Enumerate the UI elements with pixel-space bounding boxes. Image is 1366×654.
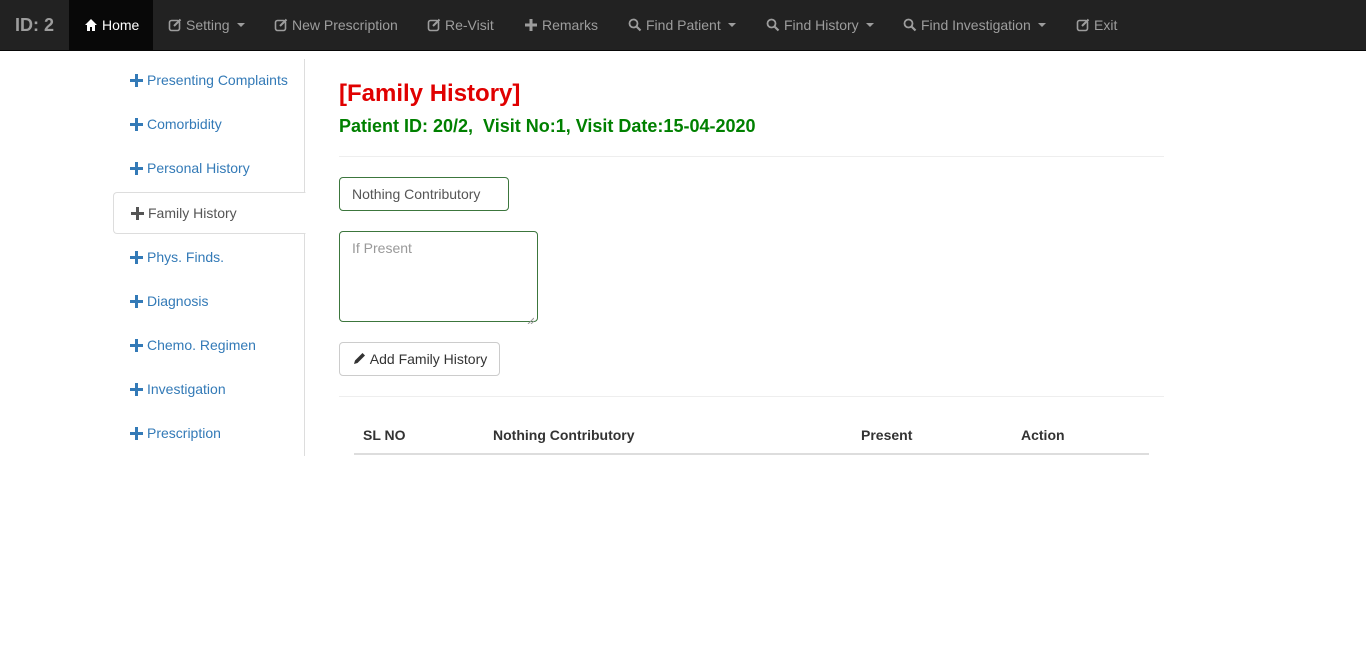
sidebar-item-diagnosis[interactable]: Diagnosis [113, 280, 305, 322]
nav-setting[interactable]: Setting [153, 0, 260, 50]
plus-icon [129, 73, 143, 87]
nav-remarks[interactable]: Remarks [509, 0, 613, 50]
sidebar-item-comorbidity[interactable]: Comorbidity [113, 103, 305, 145]
sidebar-item-family-history[interactable]: Family History [113, 192, 306, 234]
sidebar-item-label: Personal History [147, 160, 250, 176]
sidebar-item-phys-finds[interactable]: Phys. Finds. [113, 236, 305, 278]
plus-icon [129, 338, 143, 352]
add-family-history-label: Add Family History [369, 351, 488, 367]
caret-down-icon [1037, 23, 1046, 27]
sidebar-item-label: Investigation [147, 381, 226, 397]
sidebar-item-label: Comorbidity [147, 116, 222, 132]
plus-icon [129, 161, 143, 175]
column-header-sl-no: SL NO [363, 427, 406, 443]
history-table-header: SL NO Nothing Contributory Present Actio… [354, 418, 1149, 455]
sidebar-item-presenting-complaints[interactable]: Presenting Complaints [113, 59, 305, 101]
nav-exit-label: Exit [1094, 17, 1118, 33]
plus-icon [130, 206, 144, 220]
plus-icon [129, 426, 143, 440]
column-header-present: Present [861, 427, 913, 443]
brand-id[interactable]: ID: 2 [0, 0, 69, 50]
caret-down-icon [865, 23, 874, 27]
edit-icon [1076, 18, 1090, 32]
sidebar-item-investigation[interactable]: Investigation [113, 368, 305, 410]
sidebar-item-label: Presenting Complaints [147, 72, 288, 88]
patient-info: Patient ID: 20/2, Visit No:1, Visit Date… [339, 116, 756, 136]
nav-exit[interactable]: Exit [1061, 0, 1132, 50]
nav-new-prescription-label: New Prescription [292, 17, 398, 33]
nav-find-history-label: Find History [784, 17, 859, 33]
edit-icon [274, 18, 288, 32]
home-icon [84, 18, 98, 32]
divider [339, 396, 1164, 397]
resize-grip-icon[interactable] [527, 311, 535, 325]
edit-icon [168, 18, 182, 32]
sidebar-item-chemo-regimen[interactable]: Chemo. Regimen [113, 324, 305, 366]
plus-icon [129, 382, 143, 396]
sidebar-item-prescription[interactable]: Prescription [113, 412, 305, 454]
plus-icon [524, 18, 538, 32]
nav-revisit-label: Re-Visit [445, 17, 494, 33]
nav-home[interactable]: Home [69, 0, 153, 50]
sidebar-item-label: Family History [148, 205, 237, 221]
nav-find-patient-label: Find Patient [646, 17, 721, 33]
nav-new-prescription[interactable]: New Prescription [259, 0, 413, 50]
search-icon [766, 18, 780, 32]
nav-remarks-label: Remarks [542, 17, 599, 33]
sidebar-item-label: Prescription [147, 425, 221, 441]
plus-icon [129, 117, 143, 131]
textarea-placeholder: If Present [352, 240, 412, 256]
plus-icon [129, 250, 143, 264]
nav-find-history[interactable]: Find History [751, 0, 889, 50]
sidebar-item-personal-history[interactable]: Personal History [113, 147, 305, 189]
sidebar-item-label: Chemo. Regimen [147, 337, 256, 353]
edit-icon [427, 18, 441, 32]
plus-icon [129, 294, 143, 308]
nav-home-label: Home [102, 17, 140, 33]
pencil-icon [352, 352, 366, 366]
caret-down-icon [727, 23, 736, 27]
add-family-history-button[interactable]: Add Family History [339, 342, 500, 376]
column-header-action: Action [1021, 427, 1065, 443]
nav-find-patient[interactable]: Find Patient [613, 0, 751, 50]
nav-find-investigation[interactable]: Find Investigation [888, 0, 1061, 50]
if-present-textarea[interactable]: If Present [339, 231, 538, 325]
sidebar-item-label: Diagnosis [147, 293, 209, 309]
caret-down-icon [236, 23, 245, 27]
sidebar: Presenting Complaints Comorbidity Person… [113, 59, 306, 456]
nothing-contributory-select[interactable]: Nothing Contributory [339, 177, 509, 211]
nav-setting-label: Setting [186, 17, 230, 33]
search-icon [628, 18, 642, 32]
sidebar-item-label: Phys. Finds. [147, 249, 225, 265]
search-icon [903, 18, 917, 32]
divider [339, 156, 1164, 157]
top-navbar: ID: 2 Home Setting New Prescription Re-V… [0, 0, 1366, 51]
nav-revisit[interactable]: Re-Visit [412, 0, 509, 50]
column-header-nothing-contributory: Nothing Contributory [493, 427, 635, 443]
nav-find-investigation-label: Find Investigation [921, 17, 1031, 33]
page-title: [Family History] [339, 80, 521, 107]
